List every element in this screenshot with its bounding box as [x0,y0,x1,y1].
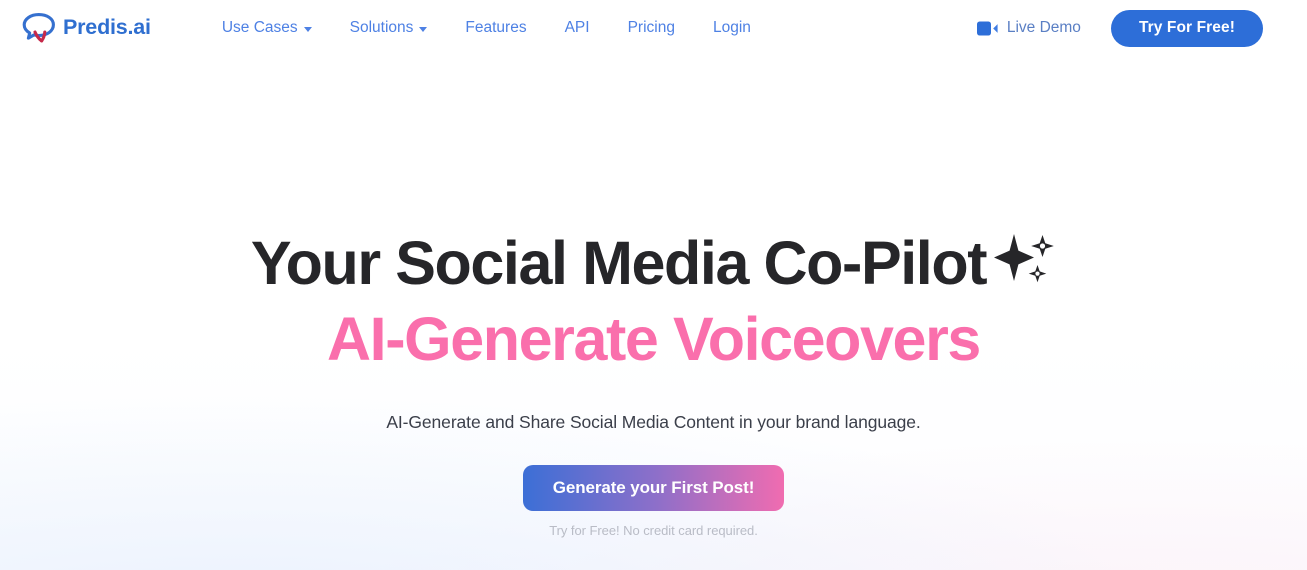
video-camera-icon [976,21,998,35]
sparkles-icon [994,229,1056,297]
hero-subtitle: AI-Generate and Share Social Media Conte… [386,412,921,433]
nav-item-api[interactable]: API [546,13,609,44]
hero-title-text: Your Social Media Co-Pilot [250,229,988,297]
speech-bubble-logo-icon [22,13,55,43]
try-for-free-button[interactable]: Try For Free! [1110,9,1263,47]
chevron-down-icon [303,26,312,32]
chevron-down-icon [419,26,428,32]
nav-label-solutions: Solutions [349,18,414,36]
live-demo-label: Live Demo [1006,19,1081,36]
nav-item-solutions[interactable]: Solutions [331,13,447,44]
hero-section: Your Social Media Co-Pilot AI-Generate V… [0,56,1307,538]
hero-title-line-2: AI-Generate Voiceovers [327,305,981,374]
hero-cta-note: Try for Free! No credit card required. [549,522,758,538]
nav-item-use-cases[interactable]: Use Cases [203,13,331,44]
nav-item-pricing[interactable]: Pricing [609,13,694,44]
generate-first-post-button[interactable]: Generate your First Post! [522,464,785,511]
nav-label-features: Features [465,18,527,36]
brand-logo-link[interactable]: Predis.ai [22,12,151,44]
nav-item-features[interactable]: Features [446,13,545,44]
nav-label-login: Login [712,18,751,36]
nav-label-pricing: Pricing [627,18,675,36]
site-header: Predis.ai Use Cases Solutions Features A… [0,0,1307,56]
nav-label-use-cases: Use Cases [221,18,298,36]
header-actions: Live Demo Try For Free! [976,9,1263,47]
nav-item-login[interactable]: Login [694,13,770,44]
hero-title-line-1: Your Social Media Co-Pilot [0,232,1307,294]
main-navigation: Use Cases Solutions Features API Pricing… [203,13,770,44]
brand-name: Predis.ai [63,15,151,40]
nav-label-api: API [564,18,590,36]
live-demo-link[interactable]: Live Demo [976,19,1081,37]
